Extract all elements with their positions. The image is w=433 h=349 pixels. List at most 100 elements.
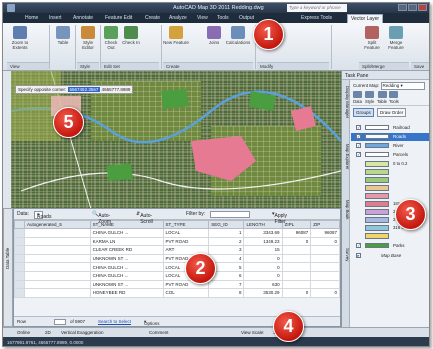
table-cell[interactable]: KARMA LN	[89, 236, 164, 247]
expand-group-icon[interactable]: ▸	[356, 253, 361, 258]
table-row[interactable]: UNKNOWN ST ... PVT ROAD 4 0	[14, 253, 340, 264]
table-cell[interactable]	[281, 270, 312, 281]
table-cell[interactable]	[281, 262, 312, 272]
row-number-input[interactable]	[54, 319, 66, 325]
table-button[interactable]: Table	[53, 26, 73, 45]
tab-map-explorer[interactable]: Map Explorer	[345, 144, 350, 170]
tab-survey[interactable]: Survey	[345, 248, 350, 261]
coordinate-x-input[interactable]: 6567452.3567	[67, 87, 101, 92]
layer-item[interactable]: ✓ River	[351, 142, 429, 150]
table-cell[interactable]: UNKNOWN ST ...	[89, 253, 164, 264]
tab-insert[interactable]: Insert	[49, 15, 62, 21]
table-cell[interactable]: 3343.69	[243, 228, 283, 238]
row-selector[interactable]	[14, 253, 25, 264]
row-selector[interactable]	[14, 236, 25, 247]
row-selector[interactable]	[14, 228, 25, 238]
table-cell[interactable]	[24, 228, 91, 238]
table-cell[interactable]: 630	[243, 279, 283, 290]
layer-group-item[interactable]: ▸ Map Base	[351, 252, 429, 260]
table-cell[interactable]	[24, 253, 91, 264]
table-cell[interactable]: 8	[208, 288, 245, 298]
tab-analyze[interactable]: Analyze	[169, 15, 187, 21]
table-cell[interactable]: PVT ROAD	[162, 236, 210, 247]
split-feature-button[interactable]: Split Feature	[361, 26, 383, 50]
search-to-select-link[interactable]: Search to Select	[98, 319, 131, 324]
table-row[interactable]: CHINA GULCH ... LOCAL 1 3343.69 96087 96087	[14, 228, 340, 238]
table-cell[interactable]	[24, 279, 91, 290]
table-cell[interactable]	[281, 245, 312, 255]
table-cell[interactable]	[24, 245, 91, 255]
table-row[interactable]: CHINA GULCH ... LOCAL 6 0	[14, 270, 340, 281]
table-cell[interactable]: 96087	[310, 228, 340, 238]
apply-filter-button[interactable]: ▾ Apply Filter	[272, 211, 287, 225]
table-cell[interactable]: 2	[208, 236, 245, 247]
vertical-exaggeration-button[interactable]: Vertical Exaggeration	[61, 330, 104, 335]
table-cell[interactable]	[310, 253, 340, 264]
table-cell[interactable]	[310, 262, 340, 272]
layer-visibility-checkbox[interactable]: ✓	[356, 125, 361, 130]
data-source-select[interactable]: Roads ▾	[34, 211, 51, 220]
current-map-select[interactable]: Redding ▾	[380, 82, 425, 90]
calculations-button[interactable]: Calculations	[225, 26, 251, 45]
check-in-button[interactable]: Check In	[122, 26, 140, 45]
table-cell[interactable]: 0	[281, 236, 312, 247]
filter-by-select[interactable]	[210, 211, 250, 218]
tab-tools[interactable]: Tools	[217, 15, 229, 21]
table-row[interactable]: UNKNOWN ST ... PVT ROAD 7 630	[14, 279, 340, 290]
table-cell[interactable]: HONEYBEE RD	[89, 288, 164, 298]
maximize-button[interactable]	[408, 4, 417, 11]
table-cell[interactable]: 0	[281, 288, 312, 298]
tab-home[interactable]: Home	[25, 15, 38, 21]
table-cell[interactable]	[281, 253, 312, 264]
column-header[interactable]: ST_TYPE	[162, 220, 210, 229]
row-selector-header[interactable]	[14, 220, 25, 229]
layer-item[interactable]: ✓ Roads	[351, 133, 429, 141]
column-header[interactable]: SEG_ID	[208, 220, 245, 229]
draw-order-button[interactable]: Draw Order	[377, 108, 407, 117]
search-input[interactable]: Type a keyword or phrase	[287, 4, 347, 12]
tab-express-tools[interactable]: Express Tools	[301, 15, 332, 21]
table-cell[interactable]	[24, 270, 91, 281]
table-cell[interactable]: 7	[208, 279, 245, 290]
groups-button[interactable]: Groups	[353, 108, 374, 117]
table-cell[interactable]: COL	[162, 288, 210, 298]
minimize-button[interactable]	[398, 4, 407, 11]
table-cell[interactable]: 1	[208, 228, 245, 238]
tab-create[interactable]: Create	[145, 15, 160, 21]
row-selector[interactable]	[14, 270, 25, 281]
layer-visibility-checkbox[interactable]: ✓	[356, 134, 361, 139]
table-cell[interactable]: 1349.23	[243, 236, 283, 247]
table-cell[interactable]: 3	[208, 245, 245, 255]
table-cell[interactable]	[281, 279, 312, 290]
table-cell[interactable]	[310, 279, 340, 290]
style-button[interactable]: Style	[365, 91, 374, 104]
style-editor-button[interactable]: Style Editor	[79, 26, 97, 50]
table-cell[interactable]	[24, 288, 91, 298]
tools-button[interactable]: Tools	[389, 91, 399, 104]
tab-view[interactable]: View	[197, 15, 208, 21]
table-cell[interactable]: CLEAR CREEK RD	[89, 245, 164, 255]
table-cell[interactable]: CHINA GULCH ...	[89, 270, 164, 281]
column-header[interactable]: Autogenerated_S	[24, 220, 91, 229]
table-button[interactable]: Table	[377, 91, 387, 104]
table-cell[interactable]: LOCAL	[162, 228, 210, 238]
table-cell[interactable]: UNKNOWN ST ...	[89, 279, 164, 290]
table-cell[interactable]: 15	[243, 245, 283, 255]
online-toggle[interactable]: Online	[17, 330, 30, 335]
comment-button[interactable]: Comment	[149, 330, 169, 335]
row-selector[interactable]	[14, 288, 25, 298]
tab-vector-layer[interactable]: Vector Layer	[347, 14, 384, 23]
table-cell[interactable]: 3530.29	[243, 288, 283, 298]
application-menu-icon[interactable]	[7, 4, 15, 12]
table-cell[interactable]: 0	[310, 288, 340, 298]
table-cell[interactable]	[24, 262, 91, 272]
table-row[interactable]: CHINA GULCH ... LOCAL 5 0	[14, 262, 340, 272]
row-selector[interactable]	[14, 279, 25, 290]
layer-item[interactable]: ✓ Railroad	[351, 124, 429, 132]
auto-zoom-button[interactable]: 🔍 Auto-Zoom	[92, 211, 111, 225]
2d-toggle[interactable]: 2D	[45, 330, 51, 335]
layer-item[interactable]: ✓ Parks	[351, 242, 429, 250]
table-cell[interactable]: CHINA GULCH ...	[89, 262, 164, 272]
joins-button[interactable]: Joins	[205, 26, 223, 45]
layer-item[interactable]: ✓ Parcels	[351, 151, 429, 159]
